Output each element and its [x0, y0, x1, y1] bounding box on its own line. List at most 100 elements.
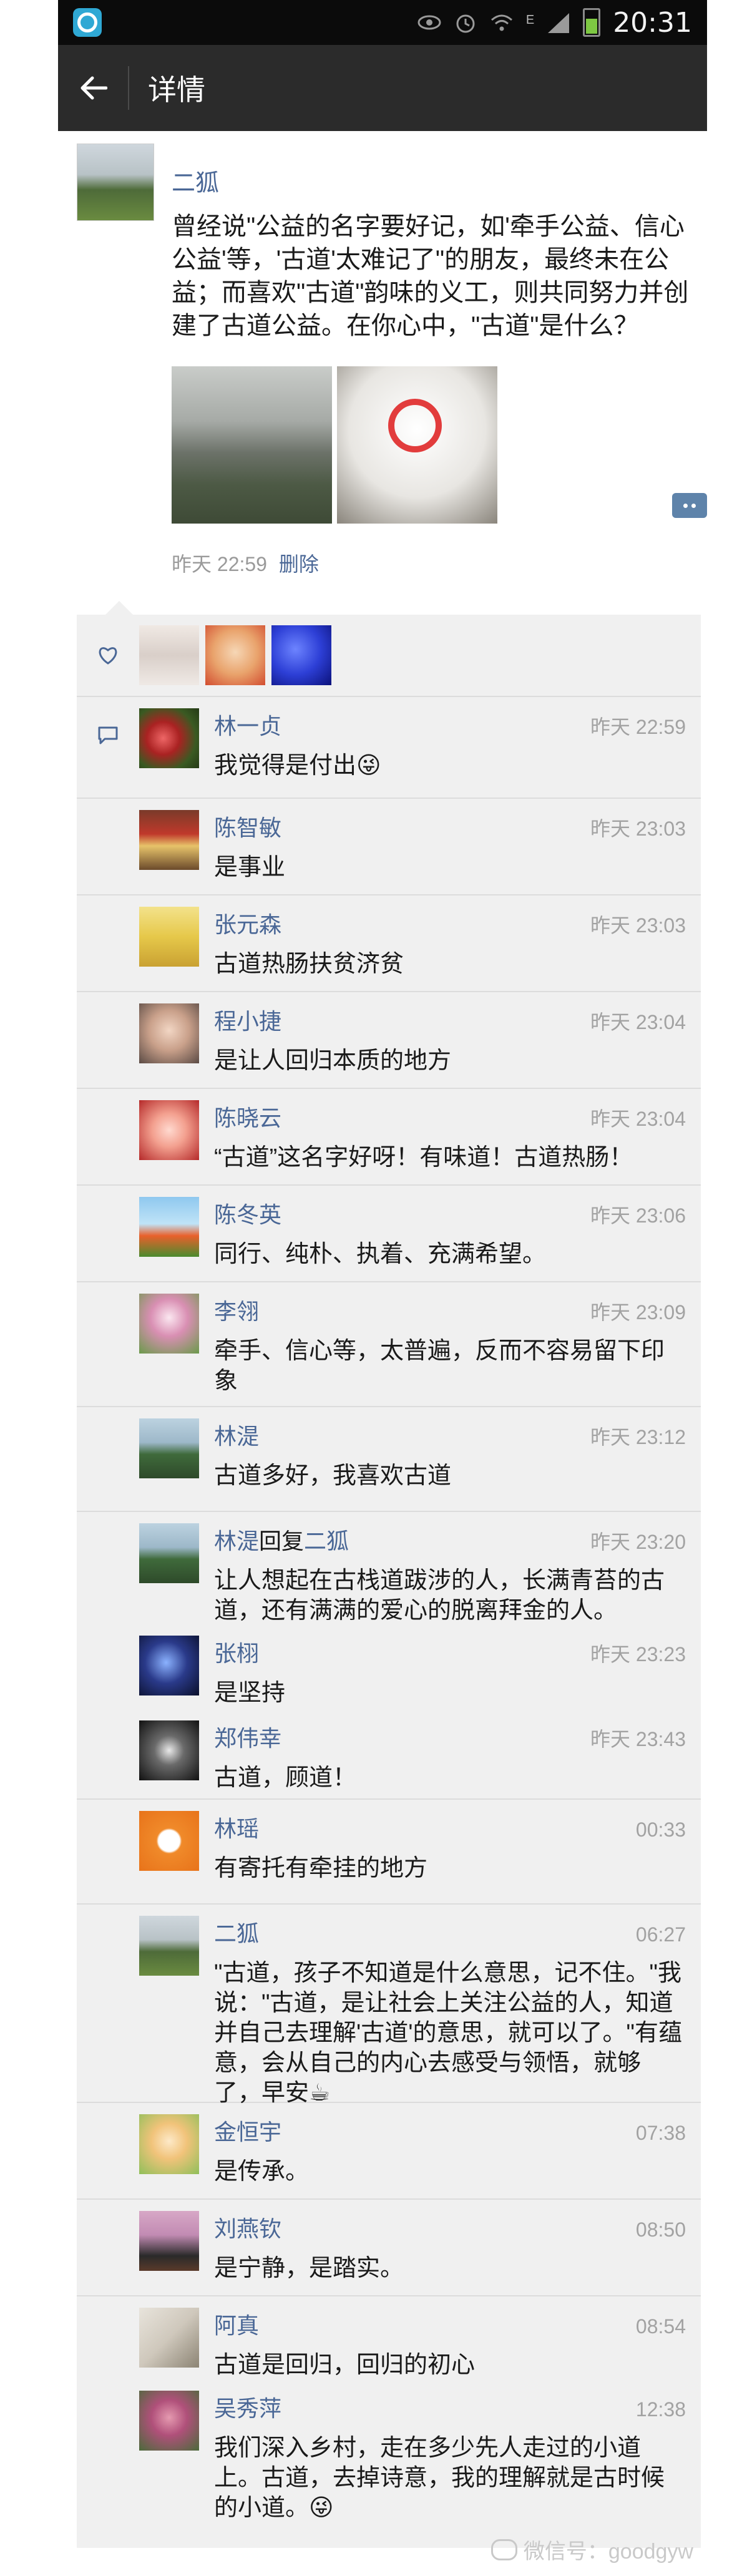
commenter-name[interactable]: 程小捷	[214, 1003, 281, 1036]
commenter-avatar[interactable]	[139, 1720, 199, 1780]
commenter-avatar[interactable]	[139, 1100, 199, 1160]
commenter-name[interactable]: 吴秀萍	[214, 2391, 281, 2423]
commenter-avatar[interactable]	[139, 1418, 199, 1478]
commenter-name[interactable]: 李翎	[214, 1294, 259, 1326]
commenter-avatar[interactable]	[139, 1916, 199, 1976]
comment-text: "古道，孩子不知道是什么意思，记不住。"我说："古道，是让社会上关注公益的人，知…	[214, 1960, 683, 2106]
reply-to-name[interactable]: 二狐	[304, 1523, 349, 1556]
comment-text: 古道是回归，回归的初心	[214, 2352, 476, 2378]
comment-row[interactable]: 林瑶 00:33 有寄托有牵挂的地方	[77, 1800, 701, 1905]
author-avatar[interactable]	[77, 144, 154, 221]
like-avatar[interactable]	[271, 625, 331, 685]
comment-row[interactable]: 张元森 昨天 23:03 古道热肠扶贫济贫	[77, 895, 701, 992]
comment-row[interactable]: 李翎 昨天 23:09 牵手、信心等，太普遍，反而不容易留下印象	[77, 1282, 701, 1407]
comment-text: 让人想起在古栈道跋涉的人，长满青苔的古道，还有满满的爱心的脱离拜金的人。	[214, 1568, 665, 1624]
comment-row[interactable]: 林湜 回复 二狐 昨天 23:20 让人想起在古栈道跋涉的人，长满青苔的古道，还有满满的…	[77, 1512, 701, 1624]
commenter-name[interactable]: 张元森	[214, 907, 281, 939]
delete-link[interactable]: 删除	[279, 553, 319, 575]
comment-text: 古道多好，我喜欢古道	[214, 1463, 452, 1489]
like-avatar[interactable]	[205, 625, 265, 685]
battery-icon	[583, 8, 601, 37]
wechat-logo-icon	[490, 2539, 517, 2560]
comment-time: 08:54	[635, 2315, 686, 2338]
commenter-avatar[interactable]	[139, 1636, 199, 1695]
commenter-name[interactable]: 张栩	[214, 1636, 259, 1668]
action-bar-divider	[128, 66, 129, 110]
like-avatar[interactable]	[139, 625, 199, 685]
comment-time: 12:38	[635, 2398, 686, 2421]
eye-icon	[417, 11, 441, 34]
commenter-name[interactable]: 林一贞	[214, 708, 281, 741]
commenter-name[interactable]: 郑伟幸	[214, 1720, 281, 1753]
comment-time: 昨天 23:43	[590, 1728, 686, 1750]
commenter-avatar[interactable]	[139, 708, 199, 768]
post-text: 曾经说"公益的名字要好记，如'牵手公益、信心公益'等，'古道'太难记了"的朋友，…	[172, 213, 689, 339]
status-clock: 20:31	[613, 6, 692, 39]
post-photos	[172, 366, 688, 524]
commenter-name[interactable]: 林瑶	[214, 1811, 259, 1843]
comment-text: 有寄托有牵挂的地方	[214, 1855, 428, 1881]
watermark-text: 微信号：goodgyw	[523, 2540, 693, 2564]
comment-row[interactable]: 张栩 昨天 23:23 是坚持	[77, 1624, 701, 1709]
commenter-name[interactable]: 刘燕钦	[214, 2211, 281, 2243]
commenter-avatar[interactable]	[139, 1003, 199, 1063]
comment-row[interactable]: 二狐 06:27 "古道，孩子不知道是什么意思，记不住。"我说："古道，是让社会上关…	[77, 1905, 701, 2106]
commenter-avatar[interactable]	[139, 2114, 199, 2174]
comment-text: 古道热肠扶贫济贫	[214, 951, 404, 977]
comment-row[interactable]: 陈冬英 昨天 23:06 同行、纯朴、执着、充满希望。	[77, 1186, 701, 1282]
post-time: 昨天 22:59	[172, 553, 267, 575]
comment-row[interactable]: 郑伟幸 昨天 23:43 古道，顾道！	[77, 1709, 701, 1800]
comment-row[interactable]: 陈智敏 昨天 23:03 是事业	[77, 799, 701, 895]
comment-text: “古道”这名字好呀！有味道！古道热肠！	[214, 1144, 633, 1171]
comment-row[interactable]: 程小捷 昨天 23:04 是让人回归本质的地方	[77, 992, 701, 1089]
commenter-name[interactable]: 二狐	[214, 1916, 259, 1948]
comment-text: 我觉得是付出😜	[214, 753, 381, 779]
commenter-avatar[interactable]	[139, 810, 199, 870]
commenter-name[interactable]: 阿真	[214, 2308, 259, 2340]
commenter-name[interactable]: 林湜	[214, 1523, 259, 1556]
comment-row[interactable]: 金恒宇 07:38 是传承。	[77, 2103, 701, 2200]
wechat-watermark: 微信号：goodgyw	[490, 2534, 693, 2565]
notification-app-icon	[73, 8, 102, 37]
signal-icon	[547, 11, 570, 34]
page-title: 详情	[148, 74, 205, 106]
commenter-name[interactable]: 陈晓云	[214, 1100, 281, 1133]
comment-text: 古道，顾道！	[214, 1765, 357, 1791]
commenter-name[interactable]: 林湜	[214, 1418, 259, 1451]
reply-label: 回复	[259, 1528, 305, 1554]
cap-logo	[388, 399, 442, 452]
post-author[interactable]: 二狐	[172, 163, 688, 198]
comment-row[interactable]: 吴秀萍 12:38 我们深入乡村，走在多少先人走过的小道上。古道，去掉诗意，我的理解…	[77, 2379, 701, 2548]
commenter-avatar[interactable]	[139, 1523, 199, 1583]
comment-time: 昨天 23:20	[590, 1531, 686, 1553]
back-arrow-icon	[81, 76, 107, 100]
comment-row[interactable]: 刘燕钦 08:50 是宁静，是踏实。	[77, 2200, 701, 2296]
heart-icon	[77, 646, 139, 665]
commenter-avatar[interactable]	[139, 907, 199, 967]
commenter-avatar[interactable]	[139, 1294, 199, 1354]
comment-row[interactable]: 陈晓云 昨天 23:04 “古道”这名字好呀！有味道！古道热肠！	[77, 1089, 701, 1186]
comment-time: 07:38	[635, 2122, 686, 2144]
moment-post: 二狐 曾经说"公益的名字要好记，如'牵手公益、信心公益'等，'古道'太难记了"的…	[58, 131, 707, 620]
commenter-avatar[interactable]	[139, 2211, 199, 2271]
post-photo-cap[interactable]	[337, 366, 497, 524]
comment-row[interactable]: 阿真 08:54 古道是回归，回归的初心	[77, 2296, 701, 2379]
comment-text: 是坚持	[214, 1680, 286, 1706]
alarm-icon	[454, 11, 477, 34]
comment-text: 我们深入乡村，走在多少先人走过的小道上。古道，去掉诗意，我的理解就是古时候的小道…	[214, 2435, 665, 2521]
commenter-name[interactable]: 金恒宇	[214, 2114, 281, 2147]
commenter-avatar[interactable]	[139, 1811, 199, 1871]
commenter-avatar[interactable]	[139, 2308, 199, 2368]
back-button[interactable]	[73, 67, 114, 109]
comment-row[interactable]: 林一贞 昨天 22:59 我觉得是付出😜	[77, 697, 701, 799]
commenter-avatar[interactable]	[139, 2391, 199, 2451]
post-photo-landscape[interactable]	[172, 366, 332, 524]
commenter-name[interactable]: 陈冬英	[214, 1197, 281, 1229]
commenter-avatar[interactable]	[139, 1197, 199, 1257]
comment-row[interactable]: 林湜 昨天 23:12 古道多好，我喜欢古道	[77, 1407, 701, 1512]
comment-action-button[interactable]	[672, 493, 707, 518]
comment-time: 昨天 23:06	[590, 1204, 686, 1227]
comment-time: 昨天 23:12	[590, 1426, 686, 1448]
commenter-name[interactable]: 陈智敏	[214, 810, 281, 842]
comment-time: 昨天 23:04	[590, 1108, 686, 1130]
